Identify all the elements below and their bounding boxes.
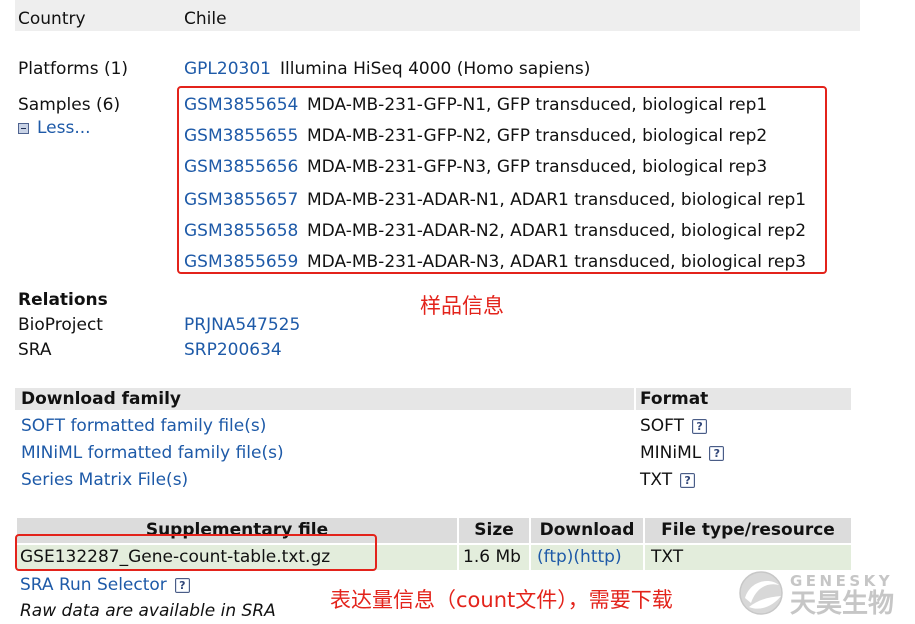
relation-label: SRA xyxy=(18,340,52,360)
help-icon[interactable]: ? xyxy=(709,445,725,461)
format-value: TXT xyxy=(640,470,673,490)
help-icon[interactable]: ? xyxy=(692,418,708,434)
sample-accession-link[interactable]: GSM3855655 xyxy=(184,125,307,147)
sample-row: GSM3855654 MDA-MB-231-GFP-N1, GFP transd… xyxy=(184,94,767,116)
series-matrix-file-link[interactable]: Series Matrix File(s) xyxy=(21,469,188,491)
minus-box-icon xyxy=(18,122,29,134)
watermark-name-cn: 天昊生物 xyxy=(790,589,895,619)
samples-label: Samples (6) xyxy=(18,95,121,115)
sra-run-selector-row: SRA Run Selector ? xyxy=(20,574,190,596)
soft-family-file-link[interactable]: SOFT formatted family file(s) xyxy=(21,415,266,437)
supplementary-file-header: Supplementary file xyxy=(17,518,457,543)
supplementary-download-cell: (ftp)(http) xyxy=(531,545,643,570)
sample-title: MDA-MB-231-ADAR-N1, ADAR1 transduced, bi… xyxy=(307,190,807,210)
supplementary-file-name: GSE132287_Gene-count-table.txt.gz xyxy=(17,545,457,570)
platforms-label: Platforms (1) xyxy=(18,59,129,79)
annotation-samples-note: 样品信息 xyxy=(420,294,504,318)
sample-title: MDA-MB-231-GFP-N2, GFP transduced, biolo… xyxy=(307,126,768,146)
sample-title: MDA-MB-231-ADAR-N3, ADAR1 transduced, bi… xyxy=(307,252,807,272)
bioproject-link[interactable]: PRJNA547525 xyxy=(184,314,300,336)
sra-link[interactable]: SRP200634 xyxy=(184,339,282,361)
sample-accession-link[interactable]: GSM3855657 xyxy=(184,189,307,211)
size-header: Size xyxy=(459,518,529,543)
sample-row: GSM3855656 MDA-MB-231-GFP-N3, GFP transd… xyxy=(184,156,767,178)
relation-row-sra: SRA SRP200634 xyxy=(18,339,282,361)
relation-row-bioproject: BioProject PRJNA547525 xyxy=(18,314,300,336)
sample-accession-link[interactable]: GSM3855656 xyxy=(184,156,307,178)
genesky-logo-icon xyxy=(739,571,783,615)
http-download-link[interactable]: (http) xyxy=(573,547,621,567)
supplementary-file-type: TXT xyxy=(645,545,851,570)
relation-label: BioProject xyxy=(18,315,103,335)
sra-run-selector-link[interactable]: SRA Run Selector xyxy=(20,574,167,596)
sample-title: MDA-MB-231-GFP-N1, GFP transduced, biolo… xyxy=(307,95,768,115)
ftp-download-link[interactable]: (ftp) xyxy=(537,547,573,567)
sample-title: MDA-MB-231-GFP-N3, GFP transduced, biolo… xyxy=(307,157,768,177)
format-header: Format xyxy=(636,388,851,410)
sample-row: GSM3855655 MDA-MB-231-GFP-N2, GFP transd… xyxy=(184,125,767,147)
samples-less-link[interactable]: Less... xyxy=(37,117,91,139)
supplementary-file-size: 1.6 Mb xyxy=(459,545,529,570)
miniml-family-file-link[interactable]: MINiML formatted family file(s) xyxy=(21,442,284,464)
geo-series-record: Country Chile Platforms (1) GPL20301 Ill… xyxy=(0,0,915,624)
annotation-supplementary-note: 表达量信息（count文件），需要下载 xyxy=(330,588,673,612)
raw-data-note: Raw data are available in SRA xyxy=(20,601,276,621)
help-icon[interactable]: ? xyxy=(680,472,696,488)
sample-accession-link[interactable]: GSM3855658 xyxy=(184,220,307,242)
platform-accession-link[interactable]: GPL20301 xyxy=(184,58,280,80)
download-header: Download xyxy=(531,518,643,543)
samples-less-toggle[interactable]: Less... xyxy=(18,117,91,139)
sample-row: GSM3855657 MDA-MB-231-ADAR-N1, ADAR1 tra… xyxy=(184,189,806,211)
format-cell: MINiML ? xyxy=(640,442,725,464)
sample-title: MDA-MB-231-ADAR-N2, ADAR1 transduced, bi… xyxy=(307,221,807,241)
help-icon[interactable]: ? xyxy=(174,577,190,593)
platform-row: GPL20301 Illumina HiSeq 4000 (Homo sapie… xyxy=(184,58,590,80)
sample-accession-link[interactable]: GSM3855659 xyxy=(184,251,307,273)
country-row: Country Chile xyxy=(18,8,227,30)
sample-row: GSM3855659 MDA-MB-231-ADAR-N3, ADAR1 tra… xyxy=(184,251,806,273)
sample-row: GSM3855658 MDA-MB-231-ADAR-N2, ADAR1 tra… xyxy=(184,220,806,242)
format-cell: TXT ? xyxy=(640,469,696,491)
format-value: MINiML xyxy=(640,443,702,463)
country-value: Chile xyxy=(184,9,227,29)
sample-accession-link[interactable]: GSM3855654 xyxy=(184,94,307,116)
relations-heading: Relations xyxy=(18,290,108,310)
format-value: SOFT xyxy=(640,416,685,436)
platform-title: Illumina HiSeq 4000 (Homo sapiens) xyxy=(280,59,591,79)
country-label: Country xyxy=(18,9,86,29)
format-cell: SOFT ? xyxy=(640,415,708,437)
file-type-header: File type/resource xyxy=(645,518,851,543)
download-family-header: Download family xyxy=(15,388,634,410)
watermark-brand: GENESKY xyxy=(790,572,894,590)
